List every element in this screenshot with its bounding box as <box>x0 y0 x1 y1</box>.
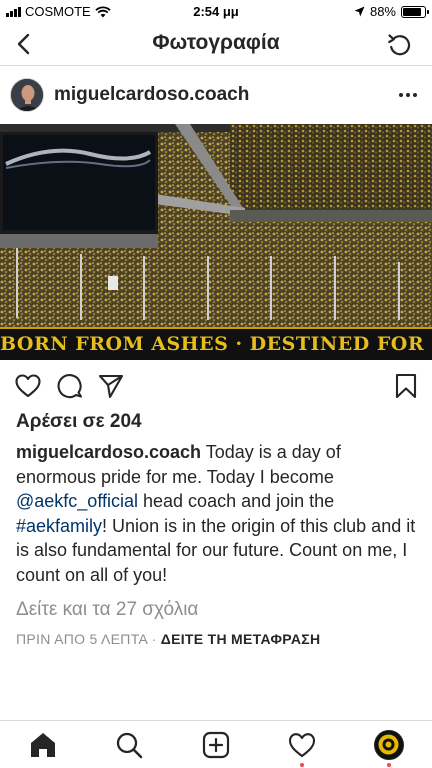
activity-icon[interactable] <box>287 730 317 760</box>
heart-icon[interactable] <box>14 372 42 400</box>
activity-notification-dot <box>300 763 304 767</box>
nav-header: Φωτογραφία <box>0 22 432 66</box>
caption-username[interactable]: miguelcardoso.coach <box>16 442 201 462</box>
search-icon[interactable] <box>114 730 144 760</box>
post-meta: ΠΡΙΝ ΑΠΟ 5 ΛΕΠΤΑ · ΔΕΙΤΕ ΤΗ ΜΕΤΑΦΡΑΣΗ <box>16 631 320 647</box>
tab-bar <box>0 720 432 768</box>
bookmark-icon[interactable] <box>392 372 420 400</box>
likes-count[interactable]: Αρέσει σε 204 <box>16 411 142 433</box>
battery-percent: 88% <box>369 4 396 19</box>
avatar-image <box>11 79 43 111</box>
add-post-icon[interactable] <box>201 730 231 760</box>
battery-fill <box>403 7 422 16</box>
refresh-icon[interactable] <box>386 31 414 59</box>
share-icon[interactable] <box>97 372 125 400</box>
post-actions <box>0 360 432 410</box>
avatar[interactable] <box>10 78 44 112</box>
home-icon[interactable] <box>28 730 58 760</box>
caption-mention[interactable]: @aekfc_official <box>16 491 138 511</box>
photo-banner-text: BORN FROM ASHES · DESTINED FOR GLORY <box>0 333 432 355</box>
profile-icon[interactable] <box>374 730 404 760</box>
status-bar-right: 88% <box>354 4 429 19</box>
status-bar: COSMOTE 2:54 μμ 88% <box>0 0 432 22</box>
post-username[interactable]: miguelcardoso.coach <box>54 84 249 106</box>
post-time: ΠΡΙΝ ΑΠΟ 5 ΛΕΠΤΑ <box>16 631 148 647</box>
battery-icon <box>401 5 429 18</box>
stadium-photo <box>0 124 432 360</box>
profile-avatar-image <box>375 731 402 758</box>
photo-banner: BORN FROM ASHES · DESTINED FOR GLORY <box>0 327 432 360</box>
meta-separator: · <box>147 631 161 647</box>
view-comments-link[interactable]: Δείτε και τα 27 σχόλια <box>16 599 198 621</box>
more-icon[interactable] <box>398 86 418 104</box>
location-icon <box>354 6 365 17</box>
post-caption: miguelcardoso.coach Today is a day of en… <box>16 440 421 587</box>
post-photo[interactable]: BORN FROM ASHES · DESTINED FOR GLORY <box>0 124 432 360</box>
caption-text-2: head coach and join the <box>138 491 335 511</box>
post-header: miguelcardoso.coach <box>0 67 432 124</box>
profile-notification-dot <box>387 763 391 767</box>
caption-hashtag[interactable]: #aekfamily <box>16 516 102 536</box>
comment-icon[interactable] <box>56 372 84 400</box>
page-title: Φωτογραφία <box>152 31 280 54</box>
see-translation-link[interactable]: ΔΕΙΤΕ ΤΗ ΜΕΤΑΦΡΑΣΗ <box>161 631 321 647</box>
